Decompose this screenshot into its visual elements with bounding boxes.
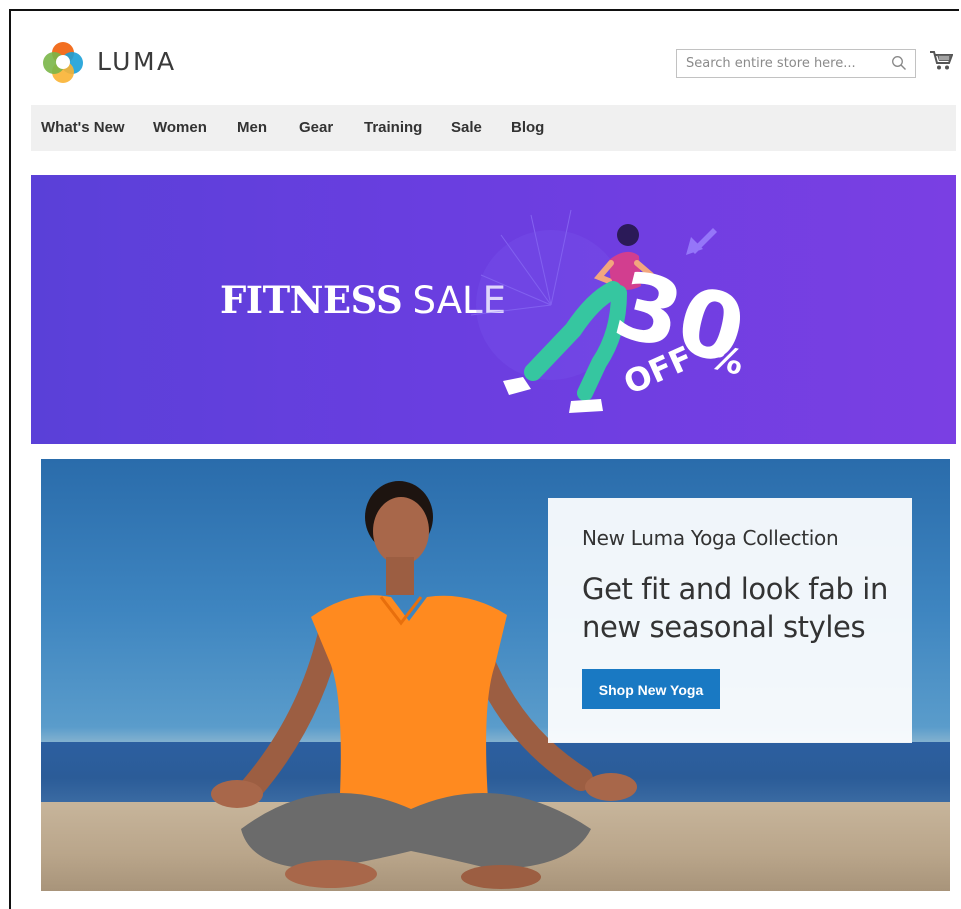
nav-item-men[interactable]: Men <box>237 119 267 136</box>
promo-headline: Get fit and look fab in new seasonal sty… <box>582 570 902 646</box>
fitness-sale-banner[interactable]: FITNESS SALE 30 % OFF <box>31 175 956 444</box>
luma-logo-icon[interactable] <box>41 40 85 84</box>
logo-text[interactable]: LUMA <box>97 47 177 76</box>
nav-item-gear[interactable]: Gear <box>299 119 333 136</box>
nav-item-blog[interactable]: Blog <box>511 119 544 136</box>
nav-item-women[interactable]: Women <box>153 119 207 136</box>
shop-new-yoga-button[interactable]: Shop New Yoga <box>582 669 720 709</box>
promo-kicker: New Luma Yoga Collection <box>582 526 839 550</box>
main-navigation: What's New Women Men Gear Training Sale … <box>31 105 956 151</box>
nav-item-whats-new[interactable]: What's New <box>41 119 125 136</box>
yoga-promo-card: New Luma Yoga Collection Get fit and loo… <box>548 498 912 743</box>
banner-title-bold: FITNESS <box>220 278 403 322</box>
promo-headline-line1: Get fit and look fab in <box>582 572 888 606</box>
search-input[interactable] <box>676 49 916 78</box>
search-icon[interactable] <box>891 55 907 71</box>
nav-item-training[interactable]: Training <box>364 119 422 136</box>
cart-icon[interactable] <box>929 50 953 72</box>
promo-headline-line2: new seasonal styles <box>582 610 866 644</box>
nav-item-sale[interactable]: Sale <box>451 119 482 136</box>
runner-illustration: 30 % OFF <box>470 209 741 413</box>
